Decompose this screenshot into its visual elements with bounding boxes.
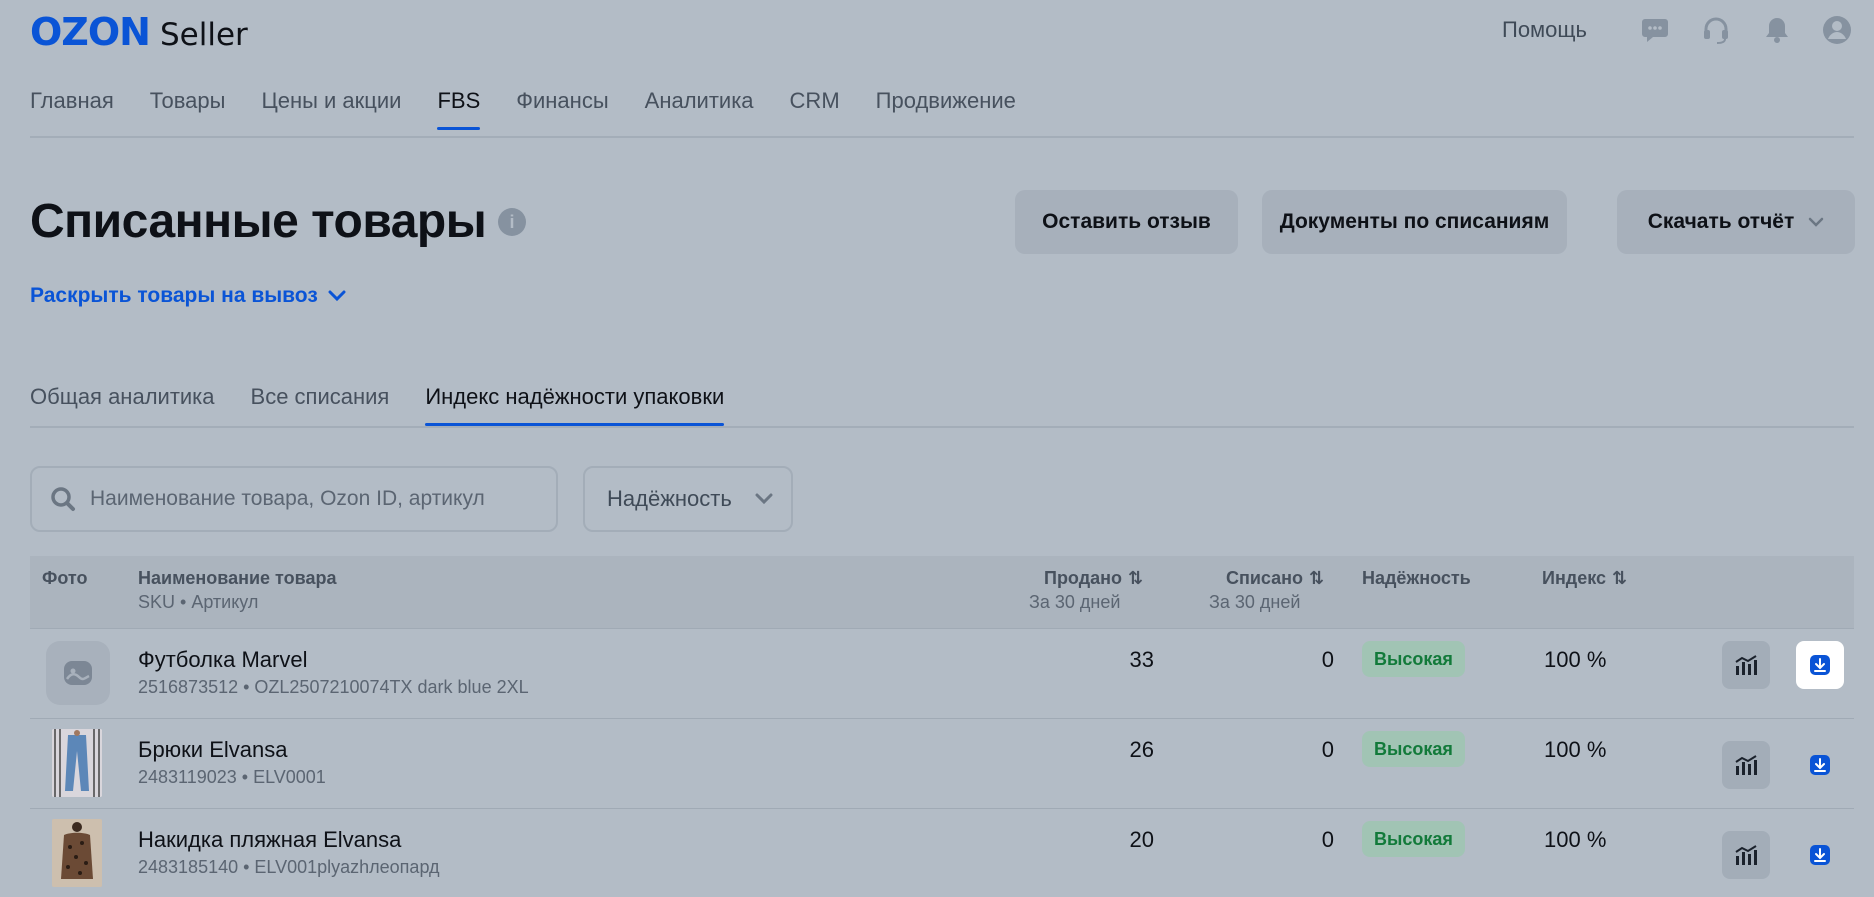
main-nav: Главная Товары Цены и акции FBS Финансы …	[30, 88, 1052, 130]
expand-writeoff-label: Раскрыть товары на вывоз	[30, 284, 318, 307]
nav-item-finance[interactable]: Финансы	[516, 88, 608, 130]
header-writtenoff: Списано	[1226, 568, 1304, 588]
nav-item-promotion[interactable]: Продвижение	[876, 88, 1016, 130]
writtenoff-value: 0	[1321, 737, 1334, 762]
chart-button[interactable]	[1722, 741, 1770, 789]
chart-icon	[1735, 655, 1757, 675]
tabs-divider	[30, 426, 1854, 428]
tab-packaging-reliability-index[interactable]: Индекс надёжности упаковки	[425, 384, 724, 426]
table-row[interactable]: Футболка Marvel 2516873512 • OZL25072100…	[30, 629, 1854, 719]
sold-value: 26	[1129, 737, 1154, 762]
index-value: 100 %	[1544, 827, 1607, 852]
header-sold-sort[interactable]: Продано ⇅	[1044, 568, 1143, 589]
headset-icon[interactable]	[1701, 15, 1731, 45]
search-input[interactable]	[88, 486, 532, 512]
profile-icon[interactable]	[1822, 15, 1852, 45]
chat-icon[interactable]	[1640, 15, 1670, 45]
product-name[interactable]: Накидка пляжная Elvansa	[138, 827, 401, 853]
nav-divider	[30, 136, 1854, 138]
sold-value: 33	[1129, 647, 1154, 672]
product-name[interactable]: Футболка Marvel	[138, 647, 307, 673]
sort-icon: ⇅	[1309, 568, 1325, 588]
table-row[interactable]: Брюки Elvansa 2483119023 • ELV0001 26 0 …	[30, 719, 1854, 809]
logo-brand: OZON	[30, 10, 151, 54]
tab-general-analytics[interactable]: Общая аналитика	[30, 384, 215, 426]
product-name[interactable]: Брюки Elvansa	[138, 737, 287, 763]
search-box	[30, 466, 558, 532]
download-button[interactable]	[1796, 641, 1844, 689]
ozon-seller-logo[interactable]: OZON Seller	[30, 10, 248, 54]
info-icon[interactable]: i	[498, 208, 526, 236]
page-title: Списанные товары	[30, 195, 487, 248]
download-button[interactable]	[1796, 741, 1844, 789]
download-report-label: Скачать отчёт	[1647, 210, 1795, 233]
header-writtenoff-sort[interactable]: Списано ⇅	[1226, 568, 1324, 589]
nav-item-home[interactable]: Главная	[30, 88, 114, 130]
header-index-sort[interactable]: Индекс ⇅	[1542, 568, 1627, 589]
chart-button[interactable]	[1722, 831, 1770, 879]
logo-product: Seller	[159, 17, 248, 53]
sold-value: 20	[1129, 827, 1154, 852]
product-sku: 2516873512 • OZL2507210074TX dark blue 2…	[138, 677, 529, 697]
help-link[interactable]: Помощь	[1502, 17, 1587, 43]
chevron-down-icon	[1808, 217, 1824, 227]
header-photo: Фото	[42, 568, 88, 588]
header-sold-sub: За 30 дней	[1029, 592, 1121, 612]
download-icon	[1810, 655, 1830, 675]
expand-writeoff-link[interactable]: Раскрыть товары на вывоз	[30, 284, 346, 308]
header-name-sub: SKU • Артикул	[138, 592, 259, 612]
product-photo-beach-cover	[52, 819, 102, 887]
chevron-down-icon	[328, 290, 346, 302]
nav-item-analytics[interactable]: Аналитика	[645, 88, 754, 130]
photo-placeholder-icon	[46, 641, 110, 705]
download-icon	[1810, 845, 1830, 865]
search-icon	[51, 487, 75, 511]
page-tabs: Общая аналитика Все списания Индекс надё…	[30, 384, 760, 426]
download-report-button[interactable]: Скачать отчёт	[1617, 190, 1855, 254]
status-badge: Высокая	[1362, 641, 1465, 677]
status-badge: Высокая	[1362, 821, 1465, 857]
tab-all-writeoffs[interactable]: Все списания	[251, 384, 390, 426]
status-badge: Высокая	[1362, 731, 1465, 767]
header-writtenoff-sub: За 30 дней	[1209, 592, 1301, 612]
chevron-down-icon	[755, 493, 773, 505]
header-sold: Продано	[1044, 568, 1122, 588]
nav-item-fbs[interactable]: FBS	[437, 88, 480, 130]
product-sku: 2483185140 • ELV001plyazhлеопард	[138, 857, 440, 877]
bell-icon[interactable]	[1762, 15, 1792, 45]
index-value: 100 %	[1544, 737, 1607, 762]
chart-button[interactable]	[1722, 641, 1770, 689]
sort-icon: ⇅	[1128, 568, 1144, 588]
reliability-filter-label: Надёжность	[607, 486, 732, 511]
index-value: 100 %	[1544, 647, 1607, 672]
product-sku: 2483119023 • ELV0001	[138, 767, 326, 787]
table-row[interactable]: Накидка пляжная Elvansa 2483185140 • ELV…	[30, 809, 1854, 897]
table-header: Фото Наименование товара SKU • Артикул П…	[30, 556, 1854, 629]
chart-icon	[1735, 755, 1757, 775]
nav-item-prices[interactable]: Цены и акции	[261, 88, 401, 130]
chart-icon	[1735, 845, 1757, 865]
nav-item-products[interactable]: Товары	[150, 88, 226, 130]
product-photo-pants	[52, 729, 102, 797]
download-icon	[1810, 755, 1830, 775]
reliability-filter-select[interactable]: Надёжность	[583, 466, 793, 532]
header-reliability: Надёжность	[1362, 568, 1471, 588]
header-index: Индекс	[1542, 568, 1607, 588]
writeoff-documents-button[interactable]: Документы по списаниям	[1262, 190, 1567, 254]
writtenoff-value: 0	[1321, 647, 1334, 672]
nav-item-crm[interactable]: CRM	[790, 88, 840, 130]
download-button[interactable]	[1796, 831, 1844, 879]
header-name: Наименование товара	[138, 568, 337, 588]
writtenoff-value: 0	[1321, 827, 1334, 852]
leave-feedback-button[interactable]: Оставить отзыв	[1015, 190, 1238, 254]
sort-icon: ⇅	[1612, 568, 1628, 588]
